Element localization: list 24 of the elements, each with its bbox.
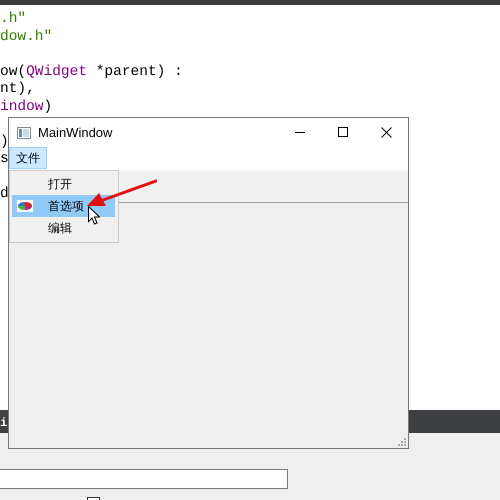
code-text: nt), <box>0 81 35 98</box>
code-text: ) <box>44 98 52 116</box>
menu-item[interactable]: 打开 <box>12 173 115 195</box>
menu-item[interactable]: 文件 <box>9 147 47 169</box>
menu-item[interactable]: 编辑 <box>12 217 115 239</box>
maximize-icon[interactable] <box>338 127 349 138</box>
code-text: s <box>0 151 9 168</box>
code-text: indow <box>0 98 44 116</box>
code-text: *parent) : <box>94 64 183 81</box>
code-text: .h" <box>0 11 26 28</box>
code-text: ow( <box>0 64 26 81</box>
close-icon[interactable] <box>381 127 392 138</box>
mouse-cursor-icon <box>88 206 100 225</box>
resize-grip-icon[interactable] <box>398 438 406 446</box>
code-text: QWidget <box>26 64 88 81</box>
window-title: MainWindow <box>38 125 112 140</box>
arrow <box>85 179 157 209</box>
code-text: ) <box>0 134 9 151</box>
panel-text: i <box>0 416 8 430</box>
code-text: dow.h" <box>0 28 52 46</box>
input-field[interactable] <box>0 469 288 489</box>
menu-item[interactable]: 首选项 <box>12 195 115 217</box>
code-text: d <box>0 186 9 204</box>
window-icon <box>17 126 31 138</box>
